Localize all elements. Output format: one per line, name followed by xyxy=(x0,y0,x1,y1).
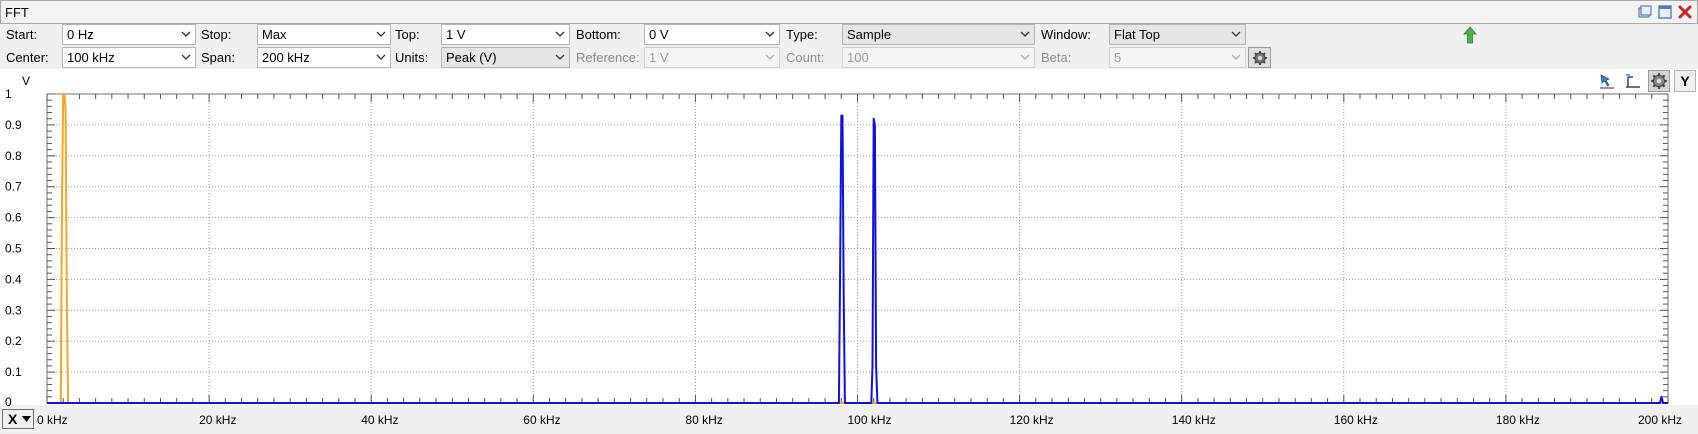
fft-toolbar: Start: 0 Hz Stop: Max Top: 1 V Bottom: 0… xyxy=(0,24,1698,69)
chevron-down-icon xyxy=(1231,31,1241,37)
window-value: Flat Top xyxy=(1114,27,1161,42)
window-select[interactable]: Flat Top xyxy=(1109,24,1246,45)
start-label: Start: xyxy=(6,27,38,42)
chevron-down-icon xyxy=(181,54,191,60)
bottom-select[interactable]: 0 V xyxy=(644,24,780,45)
units-label: Units: xyxy=(395,50,429,65)
beta-value: 5 xyxy=(1114,50,1122,65)
chevron-down-icon xyxy=(555,54,565,60)
span-label: Span: xyxy=(201,50,235,65)
chevron-down-icon xyxy=(765,31,775,37)
window-titlebar: FFT xyxy=(0,0,1698,24)
fft-settings-button[interactable] xyxy=(1248,47,1271,68)
triangle-down-icon[interactable] xyxy=(20,410,33,428)
x-tick-label: 80 kHz xyxy=(685,413,722,427)
y-tick-label: 1 xyxy=(5,87,12,101)
y-tick-label: 0.8 xyxy=(5,149,22,163)
plot-tools: Y xyxy=(1596,70,1696,92)
reference-label: Reference: xyxy=(576,50,640,65)
y-tick-label: 0.7 xyxy=(5,180,22,194)
plot-settings-button[interactable] xyxy=(1648,70,1670,92)
x-tick-label: 180 kHz xyxy=(1496,413,1540,427)
units-select[interactable]: Peak (V) xyxy=(441,47,570,68)
y-tick-label: 0.5 xyxy=(5,242,22,256)
x-tick-label: 160 kHz xyxy=(1334,413,1378,427)
arrow-up-icon[interactable] xyxy=(1463,26,1477,44)
cursor-tool-button[interactable] xyxy=(1596,70,1618,92)
chevron-down-icon xyxy=(1020,54,1030,60)
chevron-down-icon xyxy=(765,54,775,60)
x-tick-label: 120 kHz xyxy=(1010,413,1054,427)
count-select[interactable]: 100 xyxy=(842,47,1035,68)
chevron-down-icon xyxy=(376,54,386,60)
span-select[interactable]: 200 kHz xyxy=(257,47,391,68)
reference-value: 1 V xyxy=(649,50,669,65)
x-axis-button[interactable]: X xyxy=(2,409,34,429)
x-tick-label: 20 kHz xyxy=(199,413,236,427)
window-controls xyxy=(1637,4,1693,20)
x-tick-label: 100 kHz xyxy=(848,413,892,427)
beta-label: Beta: xyxy=(1041,50,1072,65)
span-value: 200 kHz xyxy=(262,50,310,65)
chevron-down-icon xyxy=(1020,31,1030,37)
y-tick-label: 0.9 xyxy=(5,118,22,132)
top-label: Top: xyxy=(395,27,420,42)
center-value: 100 kHz xyxy=(67,50,115,65)
type-label: Type: xyxy=(786,27,818,42)
count-label: Count: xyxy=(786,50,825,65)
restore-icon[interactable] xyxy=(1637,4,1653,20)
units-value: Peak (V) xyxy=(446,50,497,65)
window-label: Window: xyxy=(1041,27,1091,42)
center-label: Center: xyxy=(6,50,49,65)
y-axis-button[interactable]: Y xyxy=(1674,70,1696,92)
window-title: FFT xyxy=(5,4,29,20)
beta-select[interactable]: 5 xyxy=(1109,47,1246,68)
measure-tool-button[interactable] xyxy=(1622,70,1644,92)
bottom-label: Bottom: xyxy=(576,27,621,42)
center-select[interactable]: 100 kHz xyxy=(62,47,196,68)
y-tick-label: 0.6 xyxy=(5,211,22,225)
gear-icon xyxy=(1651,73,1667,89)
y-tick-label: 0.3 xyxy=(5,303,22,317)
chevron-down-icon xyxy=(1231,54,1241,60)
x-tick-label: 200 kHz xyxy=(1638,413,1682,427)
chevron-down-icon xyxy=(181,31,191,37)
gear-icon xyxy=(1252,50,1267,65)
y-tick-label: 0.2 xyxy=(5,334,22,348)
y-axis-label: V xyxy=(22,74,30,88)
type-select[interactable]: Sample xyxy=(842,24,1035,45)
stop-label: Stop: xyxy=(201,27,232,42)
maximize-icon[interactable] xyxy=(1657,4,1673,20)
count-value: 100 xyxy=(847,50,869,65)
y-tick-label: 0 xyxy=(5,395,12,409)
chevron-down-icon xyxy=(376,31,386,37)
type-value: Sample xyxy=(847,27,892,42)
x-tick-label: 0 kHz xyxy=(37,413,68,427)
stop-value: Max xyxy=(262,27,287,42)
stop-select[interactable]: Max xyxy=(257,24,391,45)
bottom-value: 0 V xyxy=(649,27,669,42)
chevron-down-icon xyxy=(555,31,565,37)
ruler-icon xyxy=(1626,74,1640,88)
fft-chart[interactable]: 0 0.1 0.2 0.3 0.4 0.5 0.6 0.7 0.8 0.9 1V 0 kHz 20 kH… xyxy=(0,69,1698,434)
cursor-arrow-icon xyxy=(1600,74,1614,89)
y-tick-label: 0.1 xyxy=(5,365,22,379)
top-value: 1 V xyxy=(446,27,466,42)
x-tick-label: 60 kHz xyxy=(523,413,560,427)
close-icon[interactable] xyxy=(1677,4,1693,20)
start-select[interactable]: 0 Hz xyxy=(62,24,196,45)
reference-select[interactable]: 1 V xyxy=(644,47,780,68)
start-value: 0 Hz xyxy=(67,27,94,42)
top-select[interactable]: 1 V xyxy=(441,24,570,45)
x-axis-button-label: X xyxy=(8,411,18,427)
x-tick-label: 40 kHz xyxy=(361,413,398,427)
y-tick-label: 0.4 xyxy=(5,272,22,286)
x-tick-label: 140 kHz xyxy=(1172,413,1216,427)
